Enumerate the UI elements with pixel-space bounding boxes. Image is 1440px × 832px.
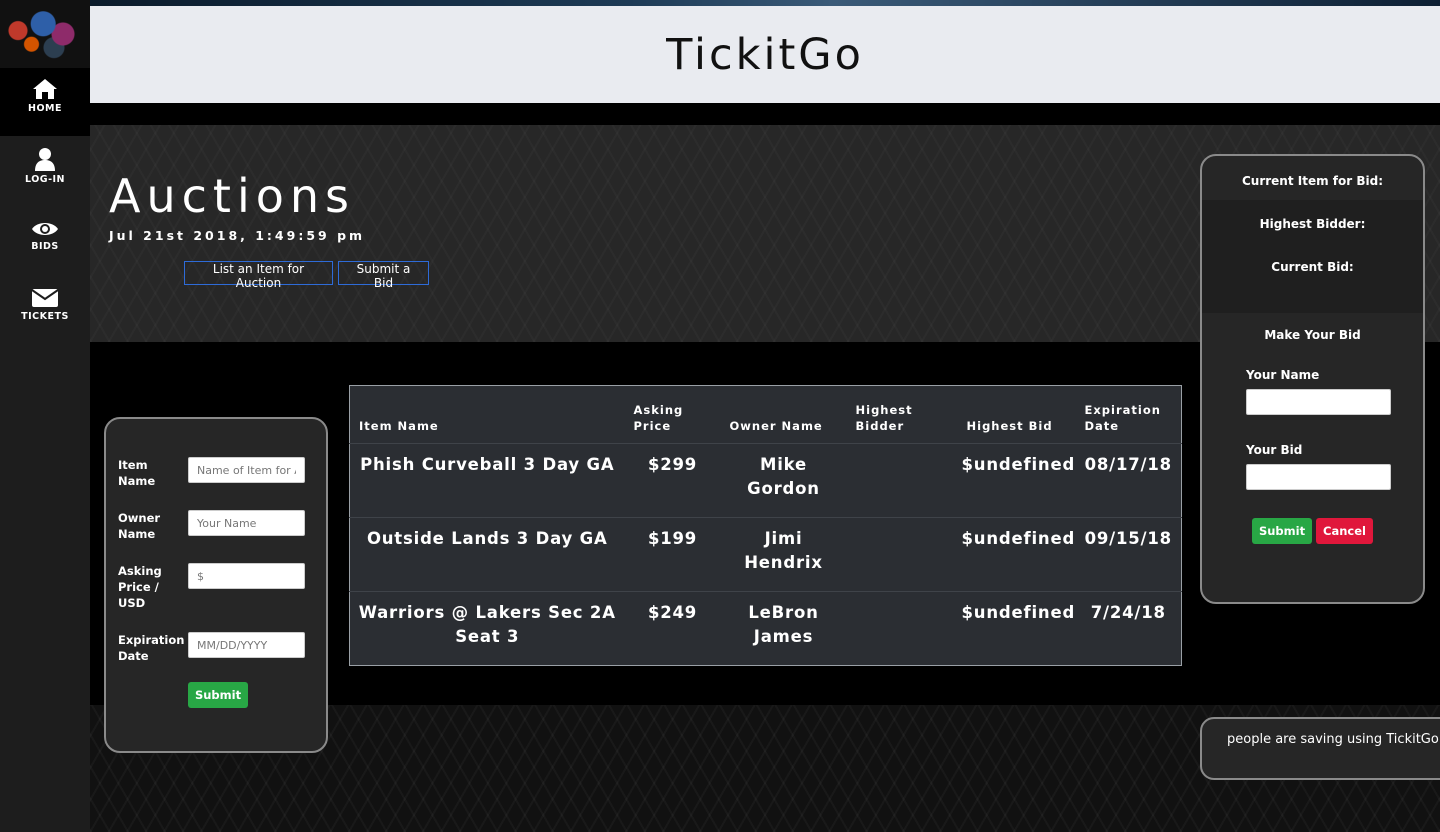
table-row[interactable]: Outside Lands 3 Day GA $199 Jimi Hendrix… — [349, 517, 1182, 592]
sidebar-item-bids[interactable]: BIDS — [0, 220, 90, 280]
bidder-name-input[interactable] — [1246, 389, 1391, 415]
app-title: TickitGo — [666, 30, 864, 80]
cell-expiration-date: 7/24/18 — [1075, 591, 1182, 666]
cell-highest-bid: $undefined — [957, 591, 1076, 666]
sidebar-item-label: TICKETS — [21, 311, 69, 322]
owner-name-label: Owner Name — [118, 511, 161, 541]
sidebar-item-tickets[interactable]: TICKETS — [0, 288, 90, 348]
list-item-form: Item Name Owner Name Asking Price / USD … — [104, 417, 328, 753]
cell-highest-bidder — [846, 591, 958, 666]
highest-bidder-label: Highest Bidder: — [1259, 217, 1366, 231]
savings-text: people are saving using TickitGo — [1227, 732, 1439, 747]
expiration-date-label: Expiration Date — [118, 633, 185, 663]
your-name-label: Your Name — [1246, 368, 1320, 382]
bid-status-section: Highest Bidder: Current Bid: — [1202, 200, 1423, 313]
cell-expiration-date: 08/17/18 — [1075, 443, 1182, 518]
cell-owner-name: Mike Gordon — [720, 443, 847, 518]
item-name-label: Item Name — [118, 458, 156, 488]
cell-item-name: Phish Curveball 3 Day GA — [349, 443, 625, 518]
table-row[interactable]: Warriors @ Lakers Sec 2A Seat 3 $249 LeB… — [349, 591, 1182, 666]
savings-banner: people are saving using TickitGo — [1200, 717, 1440, 780]
column-header-highest-bid: Highest Bid — [957, 385, 1076, 444]
sidebar: HOME LOG-IN BIDS TICKETS — [0, 0, 90, 832]
cell-owner-name: Jimi Hendrix — [720, 517, 847, 592]
column-header-expiration-date: Expiration Date — [1075, 385, 1182, 444]
owner-name-input[interactable] — [188, 510, 305, 536]
column-header-owner-name: Owner Name — [720, 385, 847, 444]
cell-highest-bidder — [846, 443, 958, 518]
header: TickitGo — [90, 6, 1440, 103]
asking-price-input[interactable] — [188, 563, 305, 589]
timestamp: Jul 21st 2018, 1:49:59 pm — [109, 228, 366, 243]
sidebar-item-home[interactable]: HOME — [0, 68, 90, 136]
cell-highest-bid: $undefined — [957, 517, 1076, 592]
cell-asking-price: $249 — [624, 591, 721, 666]
expiration-date-input[interactable] — [188, 632, 305, 658]
column-header-highest-bidder: Highest Bidder — [846, 385, 958, 444]
cell-highest-bid: $undefined — [957, 443, 1076, 518]
bid-panel: Current Item for Bid: Highest Bidder: Cu… — [1200, 154, 1425, 604]
item-name-input[interactable] — [188, 457, 305, 483]
column-header-asking-price: Asking Price — [624, 385, 721, 444]
auction-table: Item Name Asking Price Owner Name Highes… — [349, 385, 1182, 666]
cell-asking-price: $199 — [624, 517, 721, 592]
column-header-item-name: Item Name — [349, 385, 625, 444]
make-bid-heading: Make Your Bid — [1264, 328, 1361, 342]
list-item-button[interactable]: List an Item for Auction — [184, 261, 333, 290]
submit-bid-button[interactable]: Submit a Bid — [338, 261, 429, 290]
user-icon — [35, 148, 55, 171]
sidebar-item-label: HOME — [28, 103, 62, 114]
eye-icon — [32, 223, 58, 235]
cell-owner-name: LeBron James — [720, 591, 847, 666]
cell-highest-bidder — [846, 517, 958, 592]
bid-amount-input[interactable] — [1246, 464, 1391, 490]
sidebar-item-label: BIDS — [31, 241, 59, 252]
your-bid-label: Your Bid — [1246, 443, 1303, 457]
current-bid-label: Current Bid: — [1271, 260, 1354, 274]
cell-asking-price: $299 — [624, 443, 721, 518]
home-icon — [33, 79, 57, 99]
sidebar-item-label: LOG-IN — [24, 174, 66, 185]
envelope-icon — [31, 289, 59, 307]
table-header-row: Item Name Asking Price Owner Name Highes… — [349, 385, 1182, 444]
cell-expiration-date: 09/15/18 — [1075, 517, 1182, 592]
table-row[interactable]: Phish Curveball 3 Day GA $299 Mike Gordo… — [349, 443, 1182, 518]
bid-submit-button[interactable]: Submit — [1252, 518, 1312, 544]
page-title: Auctions — [109, 169, 355, 223]
logo[interactable] — [0, 0, 90, 68]
sidebar-item-login[interactable]: LOG-IN — [0, 147, 90, 207]
cell-item-name: Outside Lands 3 Day GA — [349, 517, 625, 592]
list-submit-button[interactable]: Submit — [188, 682, 248, 708]
current-item-label: Current Item for Bid: — [1241, 174, 1383, 188]
bid-cancel-button[interactable]: Cancel — [1316, 518, 1373, 544]
asking-price-label: Asking Price / USD — [118, 564, 162, 610]
cell-item-name: Warriors @ Lakers Sec 2A Seat 3 — [349, 591, 625, 666]
